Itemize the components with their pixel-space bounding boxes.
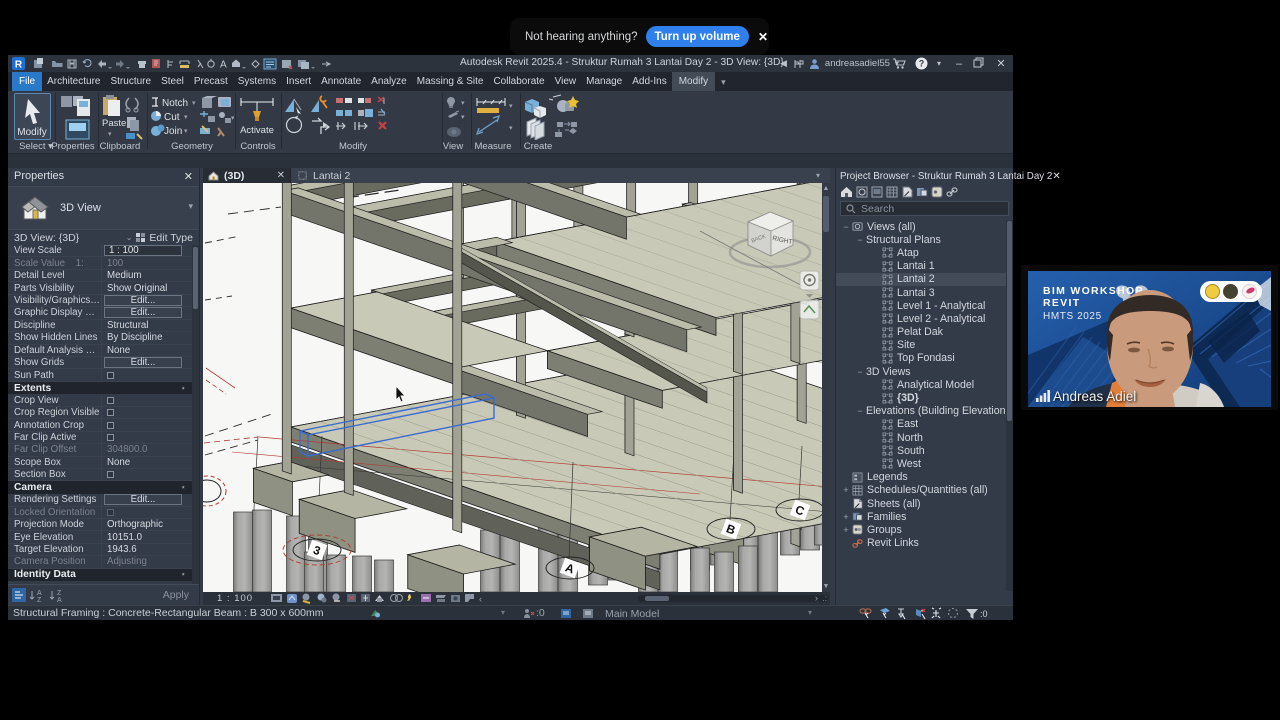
svg-text:▾: ▾ (184, 114, 188, 121)
svg-text:▾: ▾ (509, 103, 513, 110)
svg-text:Modify: Modify (17, 127, 46, 138)
svg-text:▾: ▾ (461, 114, 465, 121)
svg-text:A: A (57, 597, 62, 603)
svg-text:▾: ▾ (184, 128, 188, 135)
svg-text:▾: ▾ (192, 100, 196, 107)
svg-text:▾: ▾ (231, 115, 234, 122)
svg-text:Activate: Activate (240, 125, 274, 136)
svg-text::0: :0 (980, 609, 988, 619)
svg-text:Notch: Notch (162, 98, 188, 109)
svg-text:Join: Join (164, 126, 182, 137)
svg-text:?: ? (919, 59, 925, 69)
svg-text:R: R (15, 60, 23, 71)
svg-text:▾: ▾ (509, 125, 513, 132)
svg-text:Cut: Cut (164, 112, 180, 123)
svg-text:A: A (220, 60, 227, 71)
svg-text:▾: ▾ (461, 100, 465, 107)
svg-text:‹: ‹ (479, 594, 482, 604)
svg-text:Z: Z (57, 590, 62, 597)
svg-text:▾: ▾ (108, 131, 112, 138)
svg-text:Paste: Paste (102, 118, 126, 129)
svg-text:Z: Z (37, 597, 42, 603)
svg-text:A: A (37, 590, 42, 597)
